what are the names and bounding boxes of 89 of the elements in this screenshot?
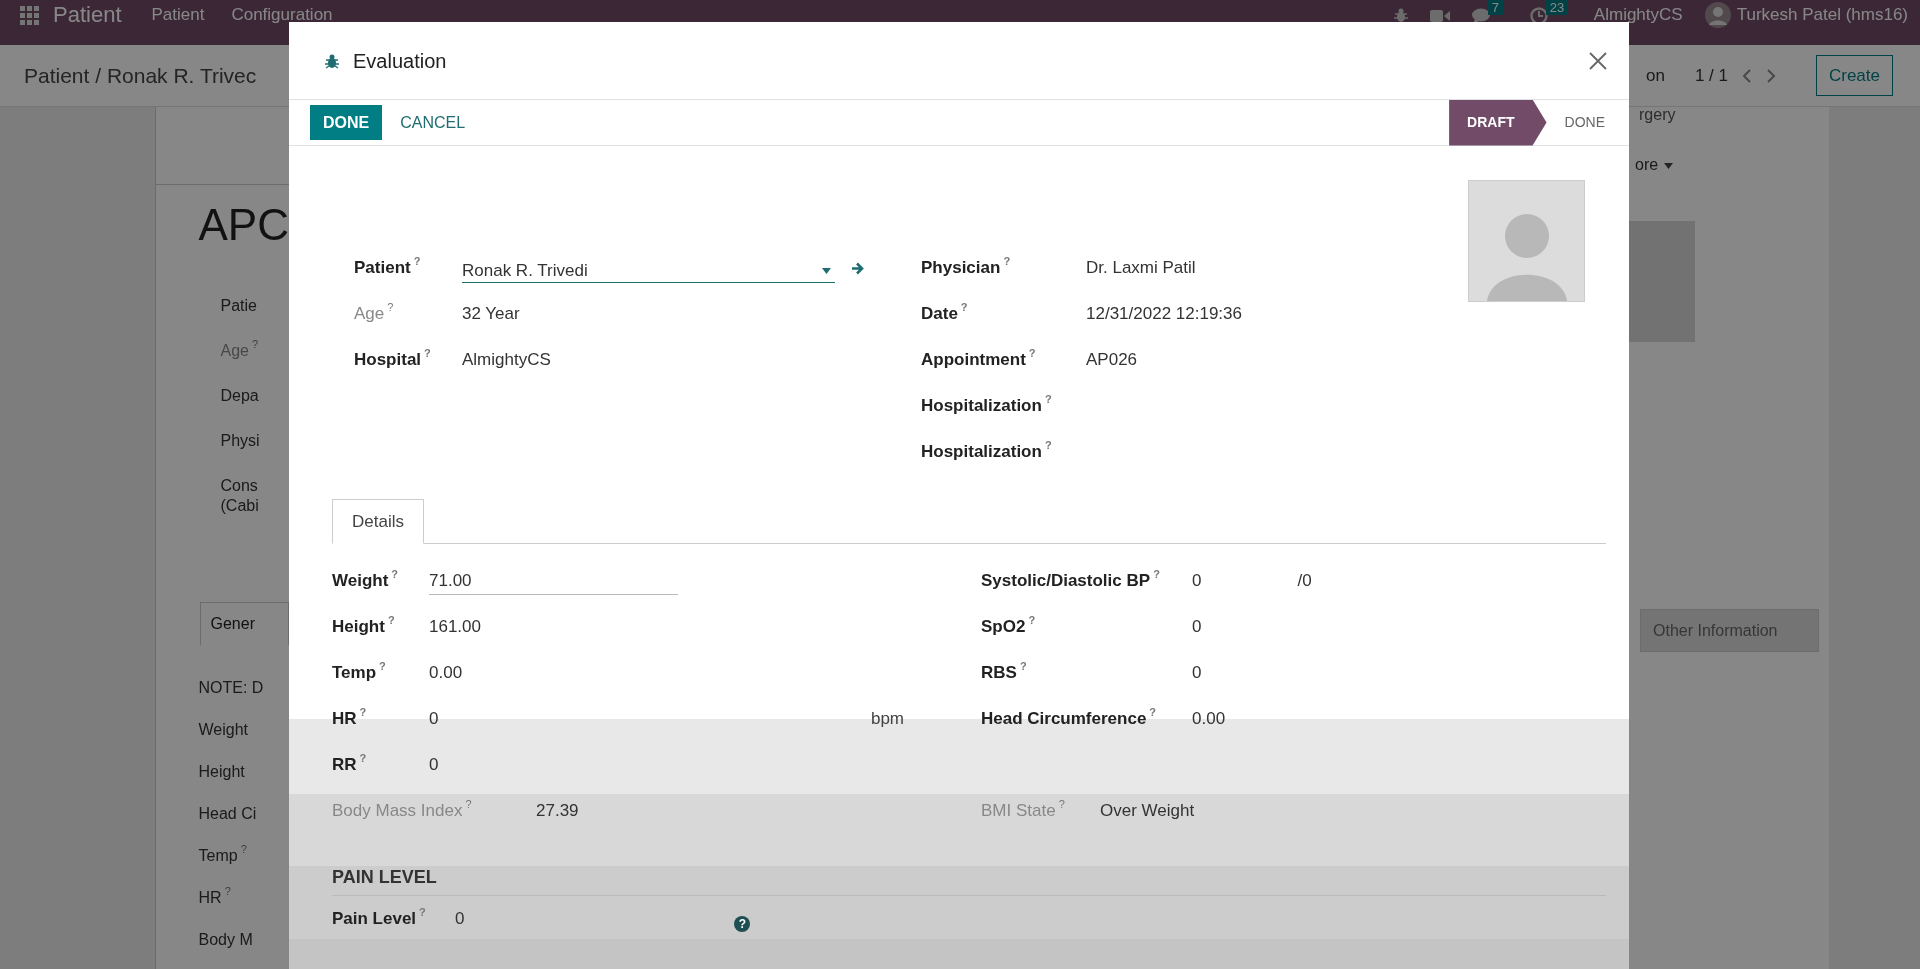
field-label: Hospital $^{?}$ bbox=[354, 349, 432, 371]
field-label: Temp $^{?}$ bbox=[332, 662, 387, 684]
field-value: 0 bbox=[429, 708, 439, 731]
menu-item[interactable]: Configuration bbox=[231, 4, 333, 26]
field-label: Cons (Cabi bbox=[220, 476, 260, 516]
field-label: Height bbox=[198, 762, 246, 782]
field-label: Weight bbox=[198, 720, 250, 740]
cancel-button[interactable]: CANCEL bbox=[390, 110, 476, 135]
section-heading: PAIN LEVEL bbox=[332, 864, 1606, 896]
field-label: Head Ci bbox=[198, 804, 258, 824]
field-value: 0.00 bbox=[429, 662, 463, 685]
caret-icon bbox=[822, 267, 831, 274]
field-label: Head Circumference $^{?}$ bbox=[981, 708, 1158, 730]
breadcrumb[interactable]: Patient / Ronak R. Trivec bbox=[24, 59, 257, 92]
arrow-right-icon[interactable] bbox=[851, 261, 865, 275]
field-value: Over Weight bbox=[1100, 800, 1195, 823]
help-button[interactable]: ? bbox=[734, 916, 751, 932]
field-value: /0 bbox=[1297, 570, 1312, 593]
record-title: APC bbox=[198, 200, 289, 250]
unit-label: bpm bbox=[870, 708, 904, 731]
tab[interactable]: Details bbox=[332, 499, 424, 544]
dialog-title: Evaluation bbox=[353, 48, 447, 74]
video-camera-icon[interactable] bbox=[1429, 9, 1450, 23]
bug-icon[interactable] bbox=[1393, 7, 1408, 23]
field-value: AlmightyCS bbox=[462, 349, 551, 372]
status-stage[interactable]: DRAFT bbox=[1449, 99, 1547, 146]
create-button[interactable]: Create bbox=[1815, 54, 1893, 97]
field-value: 27.39 bbox=[536, 800, 579, 823]
field-label: HR $^{?}$ bbox=[198, 888, 232, 908]
field-label: Temp $^{?}$ bbox=[198, 846, 248, 866]
field-label: Appointment $^{?}$ bbox=[921, 349, 1037, 371]
field-value: 0.00 bbox=[1192, 708, 1226, 731]
field-label: Patie bbox=[220, 296, 258, 316]
field-label: Age $^{?}$ bbox=[220, 341, 260, 361]
field-label: SpO2 $^{?}$ bbox=[981, 616, 1037, 638]
action-menu[interactable]: on bbox=[1645, 62, 1665, 89]
menu-item[interactable]: rgery bbox=[1639, 107, 1829, 123]
chevron-right-icon[interactable] bbox=[1765, 67, 1776, 84]
field-value: AP026 bbox=[1086, 349, 1138, 372]
chevron-left-icon[interactable] bbox=[1741, 67, 1752, 84]
field-label: Body Mass Index $^{?}$ bbox=[332, 800, 473, 822]
message-count: 7 bbox=[1487, 0, 1504, 15]
clock-icon[interactable] bbox=[1529, 7, 1548, 25]
field-label: Systolic/Diastolic BP $^{?}$ bbox=[981, 570, 1161, 592]
field-label: Height $^{?}$ bbox=[332, 616, 396, 638]
company-name[interactable]: AlmightyCS bbox=[1593, 4, 1683, 26]
field-value: 0 bbox=[1192, 616, 1202, 639]
tab[interactable]: Other Information bbox=[1640, 609, 1819, 652]
field-value: 0 bbox=[429, 754, 439, 777]
app-name[interactable]: Patient bbox=[53, 4, 122, 26]
field-label: RR $^{?}$ bbox=[332, 754, 368, 776]
field-value: Dr. Laxmi Patil bbox=[1086, 257, 1196, 280]
field-label: Hospitalization $^{?}$ bbox=[921, 395, 1053, 417]
note-text: NOTE: D bbox=[198, 678, 265, 698]
field-label: Depa bbox=[220, 386, 260, 406]
field-label: Patient $^{?}$ bbox=[354, 257, 422, 279]
pager-value: 1 / 1 bbox=[1694, 64, 1728, 87]
apps-menu-icon[interactable] bbox=[20, 6, 39, 25]
chat-icon[interactable] bbox=[1471, 8, 1490, 24]
field-label: Age $^{?}$ bbox=[354, 303, 395, 325]
avatar-icon[interactable] bbox=[1704, 2, 1731, 28]
field-value: 0 bbox=[455, 908, 465, 931]
close-button[interactable] bbox=[1589, 51, 1607, 70]
user-name[interactable]: Turkesh Patel (hms16) bbox=[1736, 4, 1908, 26]
field-label: RBS $^{?}$ bbox=[981, 662, 1028, 684]
field-value: 32 Year bbox=[462, 303, 520, 326]
field-label: Body M bbox=[198, 930, 254, 950]
caret-icon bbox=[1664, 162, 1674, 169]
field-label: BMI State $^{?}$ bbox=[981, 800, 1066, 822]
tab[interactable]: Gener bbox=[199, 602, 289, 645]
menu-item[interactable]: Patient bbox=[151, 4, 205, 26]
field-label: Weight $^{?}$ bbox=[332, 570, 400, 592]
field-value: 0 bbox=[1192, 662, 1202, 685]
field-label: Physician $^{?}$ bbox=[921, 257, 1012, 279]
field-value: 161.00 bbox=[429, 616, 481, 639]
done-button[interactable]: DONE bbox=[310, 105, 383, 140]
bug-icon bbox=[325, 52, 339, 69]
dropdown-field[interactable]: Ronak R. Trivedi bbox=[462, 253, 835, 283]
field-label: Physi bbox=[220, 431, 261, 451]
field-label: HR $^{?}$ bbox=[332, 708, 368, 730]
input-field[interactable]: 71.00 bbox=[429, 567, 678, 595]
more-dropdown[interactable]: ore bbox=[1635, 153, 1829, 177]
field-label: Hospitalization $^{?}$ bbox=[921, 441, 1053, 463]
field-value: 12/31/2022 12:19:36 bbox=[1086, 303, 1242, 326]
field-value: 0 bbox=[1192, 570, 1202, 593]
field-label: Pain Level $^{?}$ bbox=[332, 908, 427, 930]
field-label: Date $^{?}$ bbox=[921, 303, 969, 325]
activity-count: 23 bbox=[1545, 0, 1569, 15]
status-stage[interactable]: DONE bbox=[1546, 99, 1629, 146]
